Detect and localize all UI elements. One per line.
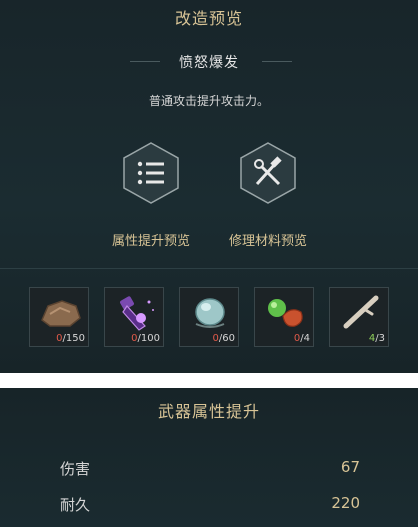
material-count: 0/100 <box>131 333 160 344</box>
weapon-stats-title: 武器属性提升 <box>157 402 260 421</box>
divider-right <box>262 61 292 62</box>
repair-material-preview-label[interactable]: 修理材料预览 <box>208 230 328 249</box>
repair-tools-icon <box>240 142 296 204</box>
ore-chunk-icon <box>41 300 81 327</box>
stat-row-damage: 伤害 67 <box>0 458 418 482</box>
bone-stick-icon <box>343 295 379 329</box>
material-count: 0/60 <box>212 333 235 344</box>
modification-preview-panel: 改造预览 愤怒爆发 普通攻击提升攻击力。 属性提升预览 修理材料预览 0/150… <box>0 0 418 373</box>
material-slot[interactable]: 0/100 <box>104 287 164 347</box>
green-orb-meat-icon <box>268 299 303 327</box>
stat-name: 耐久 <box>60 496 91 514</box>
stat-value: 67 <box>340 458 360 476</box>
material-slot[interactable]: 4/3 <box>329 287 389 347</box>
skill-name: 愤怒爆发 <box>179 55 239 71</box>
material-count: 0/4 <box>293 333 310 344</box>
stat-name: 伤害 <box>60 460 91 478</box>
stat-value: 220 <box>331 494 360 512</box>
attribute-preview-label[interactable]: 属性提升预览 <box>91 230 211 249</box>
panel-title: 改造预览 <box>174 9 243 28</box>
purple-crystal-bottle-icon <box>120 296 154 331</box>
material-slot[interactable]: 0/150 <box>29 287 89 347</box>
list-icon <box>123 142 179 204</box>
skill-name-row: 愤怒爆发 <box>0 52 418 72</box>
material-slot[interactable]: 0/60 <box>179 287 239 347</box>
stat-row-durability: 耐久 220 <box>0 494 418 518</box>
material-count: 4/3 <box>368 333 385 344</box>
section-divider <box>0 268 418 269</box>
repair-material-preview-button[interactable] <box>235 140 301 206</box>
blue-gem-pouch-icon <box>195 298 225 328</box>
material-count: 0/150 <box>56 333 85 344</box>
skill-description: 普通攻击提升攻击力。 <box>148 94 269 108</box>
attribute-preview-button[interactable] <box>118 140 184 206</box>
material-slot[interactable]: 0/4 <box>254 287 314 347</box>
